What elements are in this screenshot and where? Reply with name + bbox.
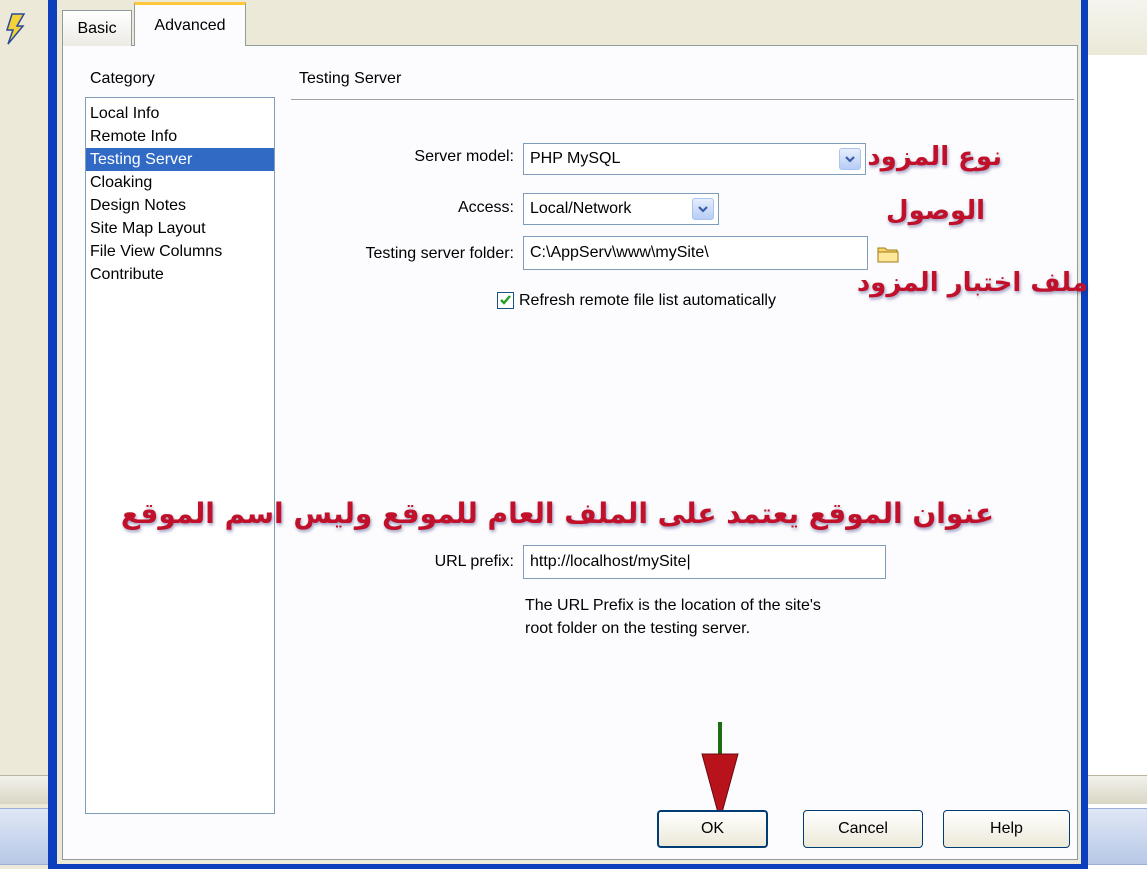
- section-divider: [291, 99, 1074, 100]
- category-header: Category: [90, 70, 155, 87]
- url-help-line-1: The URL Prefix is the location of the si…: [525, 597, 821, 614]
- annotation-url-note: عنوان الموقع يعتمد على الملف العام للموق…: [120, 497, 994, 530]
- url-prefix-input[interactable]: http://localhost/mySite|: [523, 545, 886, 579]
- access-select[interactable]: Local/Network: [523, 193, 719, 225]
- tab-basic[interactable]: Basic: [62, 10, 132, 46]
- chevron-down-icon[interactable]: [692, 198, 714, 220]
- server-model-value: PHP MySQL: [530, 150, 621, 167]
- refresh-checkbox[interactable]: [497, 292, 514, 309]
- list-item[interactable]: File View Columns: [86, 240, 274, 263]
- list-item[interactable]: Remote Info: [86, 125, 274, 148]
- url-help-line-2: root folder on the testing server.: [525, 620, 751, 637]
- tab-advanced[interactable]: Advanced: [134, 2, 246, 46]
- arrow-down-icon: [696, 718, 744, 824]
- refresh-label[interactable]: Refresh remote file list automatically: [519, 292, 776, 310]
- section-title: Testing Server: [299, 70, 402, 87]
- testing-folder-label: Testing server folder:: [365, 245, 514, 262]
- annotation-access: الوصول: [886, 196, 985, 226]
- chevron-down-icon[interactable]: [839, 148, 861, 170]
- testing-folder-input[interactable]: C:\AppServ\www\mySite\: [523, 236, 868, 270]
- list-item[interactable]: Site Map Layout: [86, 217, 274, 240]
- url-prefix-value: http://localhost/mySite|: [530, 553, 691, 570]
- list-item[interactable]: Design Notes: [86, 194, 274, 217]
- folder-icon[interactable]: [876, 243, 900, 265]
- annotation-testing-folder: ملف اختبار المزود: [856, 268, 1088, 298]
- list-item[interactable]: Cloaking: [86, 171, 274, 194]
- background-left-panel: [0, 0, 48, 869]
- access-value: Local/Network: [530, 200, 632, 217]
- checkmark-icon: [500, 295, 511, 305]
- category-list[interactable]: Local Info Remote Info Testing Server Cloak…: [85, 97, 275, 814]
- url-prefix-label: URL prefix:: [434, 553, 514, 570]
- background-right-area: [1088, 55, 1147, 775]
- list-item[interactable]: Contribute: [86, 263, 274, 286]
- cancel-button[interactable]: Cancel: [803, 810, 923, 848]
- access-label: Access:: [457, 199, 514, 216]
- annotation-server-type: نوع المزود: [867, 142, 1002, 172]
- lightning-icon[interactable]: [2, 12, 28, 46]
- ok-button[interactable]: OK: [657, 810, 768, 848]
- help-button[interactable]: Help: [943, 810, 1070, 848]
- testing-folder-value: C:\AppServ\www\mySite\: [530, 244, 709, 261]
- list-item[interactable]: Testing Server: [86, 148, 274, 171]
- server-model-label: Server model:: [414, 148, 514, 165]
- server-model-select[interactable]: PHP MySQL: [523, 143, 866, 175]
- list-item[interactable]: Local Info: [86, 102, 274, 125]
